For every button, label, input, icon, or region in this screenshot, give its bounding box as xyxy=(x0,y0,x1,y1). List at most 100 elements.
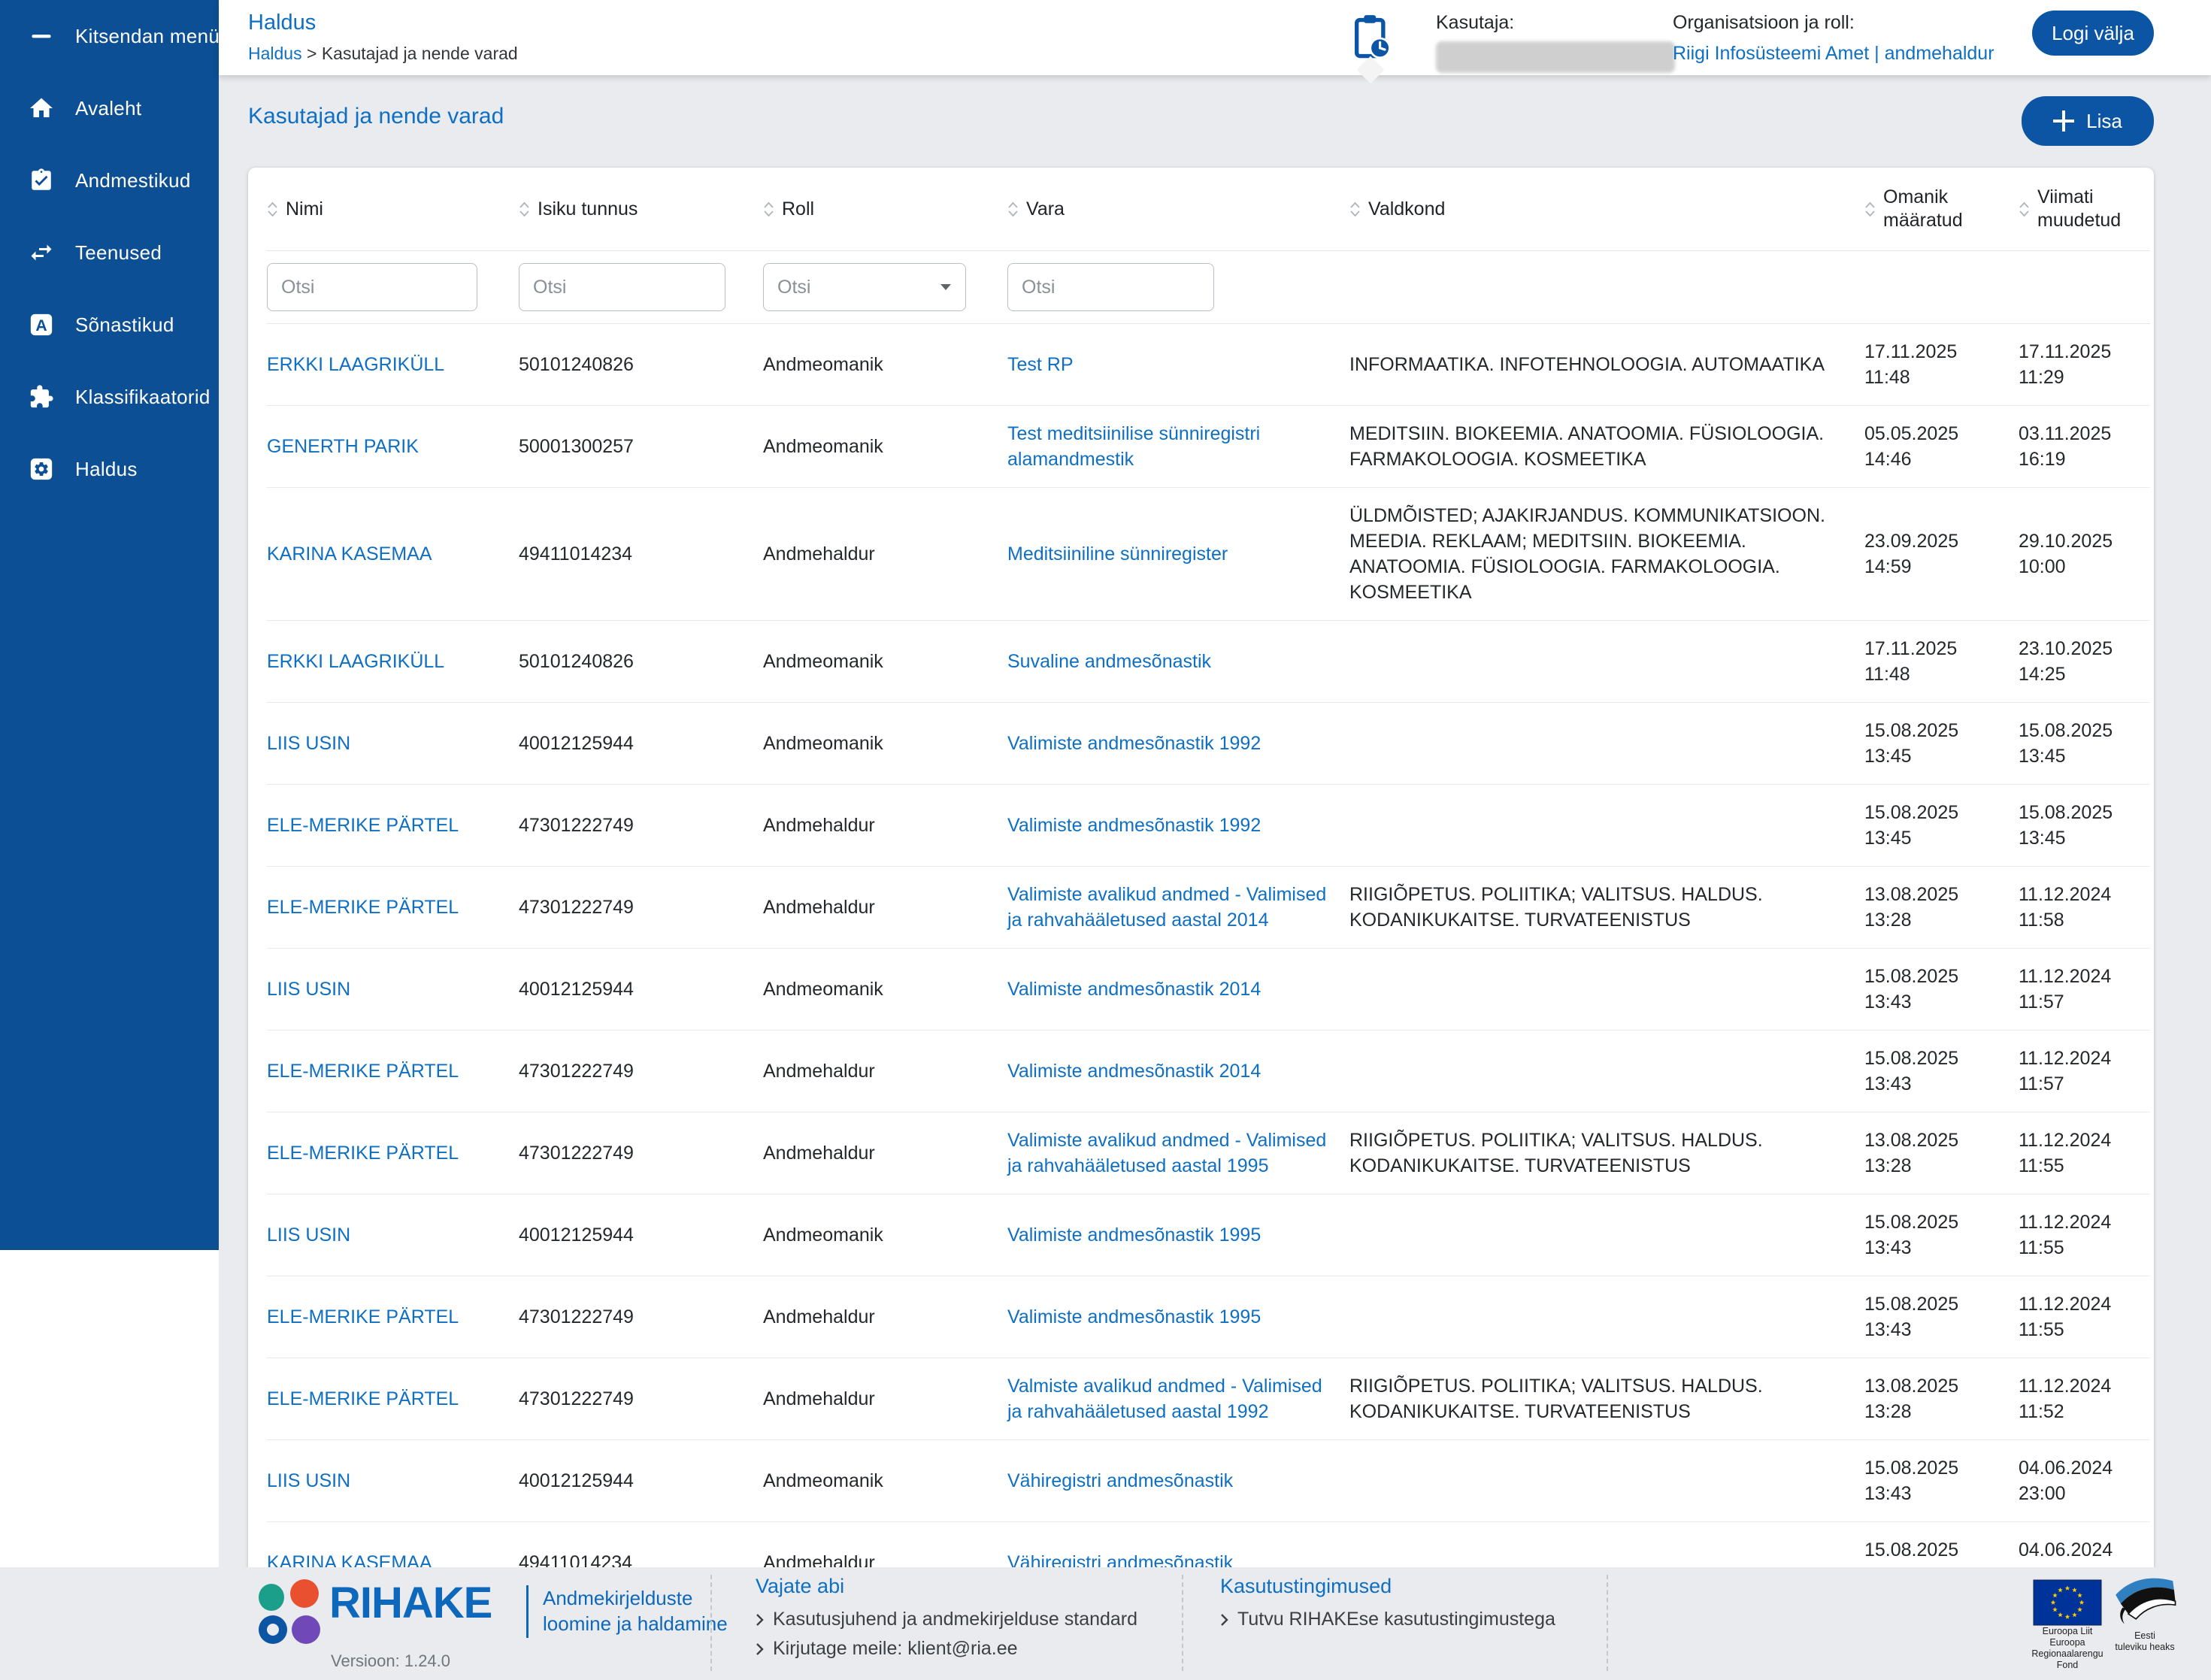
table-row: ERKKI LAAGRIKÜLL 50101240826 Andmeomanik… xyxy=(267,621,2150,703)
asset-link[interactable]: Suvaline andmesõnastik xyxy=(1007,651,1211,672)
user-name-link[interactable]: ELE-MERIKE PÄRTEL xyxy=(267,815,459,836)
letter-a-square-icon: A xyxy=(27,310,56,339)
cell-last-modified: 11.12.2024 11:52 xyxy=(2019,1376,2112,1422)
column-header-vara[interactable]: Vara xyxy=(1007,180,1349,239)
asset-link[interactable]: Valimiste avalikud andmed - Valimised ja… xyxy=(1007,884,1326,931)
user-name-link[interactable]: ELE-MERIKE PÄRTEL xyxy=(267,1306,459,1327)
brand-divider xyxy=(526,1585,529,1638)
footer-divider xyxy=(710,1575,712,1671)
column-header-roll[interactable]: Roll xyxy=(763,180,1007,239)
column-header-valdkond[interactable]: Valdkond xyxy=(1349,180,1864,239)
table-row: ELE-MERIKE PÄRTEL 47301222749 Andmehaldu… xyxy=(267,1276,2150,1358)
roll-filter-select[interactable]: Otsi xyxy=(763,263,966,311)
table-row: ELE-MERIKE PÄRTEL 47301222749 Andmehaldu… xyxy=(267,1358,2150,1440)
footer-divider xyxy=(1182,1575,1183,1671)
asset-link[interactable]: Valimiste andmesõnastik 2014 xyxy=(1007,1061,1261,1082)
cell-last-modified: 11.12.2024 11:55 xyxy=(2019,1212,2112,1258)
cell-personal-id: 47301222749 xyxy=(519,897,634,918)
cell-domain xyxy=(1349,1466,1864,1496)
user-name-link[interactable]: LIIS USIN xyxy=(267,733,350,754)
column-header-viimati-muudetud[interactable]: Viimati muudetud xyxy=(2019,168,2150,250)
sidebar-item-collapse-menu[interactable]: Kitsendan menüü xyxy=(0,0,231,72)
sidebar-item-administration[interactable]: Haldus xyxy=(0,433,219,505)
rihake-logo-dots xyxy=(259,1579,320,1644)
sidebar-item-vocabularies[interactable]: A Sõnastikud xyxy=(0,289,219,361)
help-heading: Vajate abi xyxy=(756,1575,845,1597)
breadcrumb-root-link[interactable]: Haldus xyxy=(248,44,302,63)
cell-role: Andmehaldur xyxy=(763,815,875,836)
sidebar-item-classifiers[interactable]: Klassifikaatorid xyxy=(0,361,219,433)
brand-tagline: Andmekirjelduste loomine ja haldamine xyxy=(543,1587,728,1635)
cell-domain: RIIGIÕPETUS. POLIITIKA; VALITSUS. HALDUS… xyxy=(1349,1376,1763,1422)
content-heading: Kasutajad ja nende varad xyxy=(248,104,504,129)
cell-personal-id: 47301222749 xyxy=(519,1061,634,1082)
cell-role: Andmeomanik xyxy=(763,1224,883,1246)
cell-personal-id: 40012125944 xyxy=(519,733,634,754)
sidebar: Kitsendan menüü Avaleht Andmestikud Teen… xyxy=(0,0,231,1250)
sidebar-item-label: Klassifikaatorid xyxy=(75,385,210,408)
user-name-redacted xyxy=(1436,41,1675,73)
cell-last-modified: 11.12.2024 11:55 xyxy=(2019,1294,2112,1340)
home-icon xyxy=(27,94,56,123)
org-role-link[interactable]: Riigi Infosüsteemi Amet | andmehaldur xyxy=(1673,43,1994,65)
cell-last-modified: 23.10.2025 14:25 xyxy=(2019,638,2113,685)
user-name-link[interactable]: ERKKI LAAGRIKÜLL xyxy=(267,354,444,375)
user-name-link[interactable]: LIIS USIN xyxy=(267,1470,350,1491)
asset-link[interactable]: Valimiste andmesõnastik 1995 xyxy=(1007,1306,1261,1327)
cell-personal-id: 47301222749 xyxy=(519,1143,634,1164)
column-header-omanik-maaratud[interactable]: Omanik määratud xyxy=(1864,168,2019,250)
asset-link[interactable]: Valimiste andmesõnastik 1992 xyxy=(1007,733,1261,754)
cell-last-modified: 17.11.2025 11:29 xyxy=(2019,341,2112,388)
user-label: Kasutaja: xyxy=(1436,12,1515,33)
sidebar-item-label: Kitsendan menüü xyxy=(75,24,231,47)
cell-personal-id: 47301222749 xyxy=(519,815,634,836)
cell-role: Andmeomanik xyxy=(763,733,883,754)
column-header-isiku-tunnus[interactable]: Isiku tunnus xyxy=(519,180,763,239)
terms-link[interactable]: Tutvu RIHAKEse kasutustingimustega xyxy=(1220,1609,1555,1630)
help-link-manual[interactable]: Kasutusjuhend ja andmekirjelduse standar… xyxy=(756,1609,1137,1630)
table-row: LIIS USIN 40012125944 Andmeomanik Valimi… xyxy=(267,949,2150,1031)
asset-link[interactable]: Vähiregistri andmesõnastik xyxy=(1007,1470,1233,1491)
user-name-link[interactable]: ELE-MERIKE PÄRTEL xyxy=(267,1061,459,1082)
user-name-link[interactable]: ELE-MERIKE PÄRTEL xyxy=(267,897,459,918)
cell-last-modified: 15.08.2025 13:45 xyxy=(2019,802,2113,849)
search-input-nimi[interactable] xyxy=(267,263,477,311)
asset-link[interactable]: Meditsiiniline sünniregister xyxy=(1007,543,1228,565)
sidebar-item-home[interactable]: Avaleht xyxy=(0,72,219,144)
user-name-link[interactable]: LIIS USIN xyxy=(267,1224,350,1246)
cell-personal-id: 40012125944 xyxy=(519,1224,634,1246)
cell-domain: ÜLDMÕISTED; AJAKIRJANDUS. KOMMUNIKATSIOO… xyxy=(1349,505,1825,603)
asset-link[interactable]: Valimiste andmesõnastik 1992 xyxy=(1007,815,1261,836)
asset-link[interactable]: Valmiste avalikud andmed - Valimised ja … xyxy=(1007,1376,1322,1422)
help-link-email[interactable]: Kirjutage meile: klient@ria.ee xyxy=(756,1638,1137,1660)
asset-link[interactable]: Valimiste andmesõnastik 1995 xyxy=(1007,1224,1261,1246)
sidebar-item-datasets[interactable]: Andmestikud xyxy=(0,144,219,216)
footer: RIHAKE Andmekirjelduste loomine ja halda… xyxy=(0,1567,2211,1680)
search-input-isiku-tunnus[interactable] xyxy=(519,263,725,311)
asset-link[interactable]: Valimiste avalikud andmed - Valimised ja… xyxy=(1007,1130,1326,1176)
asset-link[interactable]: Test RP xyxy=(1007,354,1074,375)
column-header-nimi[interactable]: Nimi xyxy=(267,180,519,239)
clipboard-clock-icon[interactable] xyxy=(1353,14,1392,84)
user-name-link[interactable]: ELE-MERIKE PÄRTEL xyxy=(267,1388,459,1409)
search-input-vara[interactable] xyxy=(1007,263,1214,311)
add-button[interactable]: Lisa xyxy=(2022,96,2154,146)
roll-filter-placeholder: Otsi xyxy=(777,276,811,298)
asset-link[interactable]: Valimiste andmesõnastik 2014 xyxy=(1007,979,1261,1000)
asset-link[interactable]: Test meditsiinilise sünniregistri alaman… xyxy=(1007,423,1260,470)
plus-icon xyxy=(2053,110,2075,132)
cell-personal-id: 50101240826 xyxy=(519,354,634,375)
logout-button[interactable]: Logi välja xyxy=(2032,11,2154,56)
footer-divider xyxy=(1607,1575,1608,1671)
user-name-link[interactable]: KARINA KASEMAA xyxy=(267,543,432,565)
table-row: LIIS USIN 40012125944 Andmeomanik Valimi… xyxy=(267,1194,2150,1276)
user-name-link[interactable]: ELE-MERIKE PÄRTEL xyxy=(267,1143,459,1164)
sidebar-item-label: Teenused xyxy=(75,241,162,264)
user-name-link[interactable]: GENERTH PARIK xyxy=(267,436,419,457)
user-name-link[interactable]: ERKKI LAAGRIKÜLL xyxy=(267,651,444,672)
cell-personal-id: 47301222749 xyxy=(519,1388,634,1409)
sidebar-item-services[interactable]: Teenused xyxy=(0,216,219,289)
cell-owner-assigned: 15.08.2025 13:43 xyxy=(1864,966,1959,1013)
user-name-link[interactable]: LIIS USIN xyxy=(267,979,350,1000)
sort-icon xyxy=(519,202,529,216)
